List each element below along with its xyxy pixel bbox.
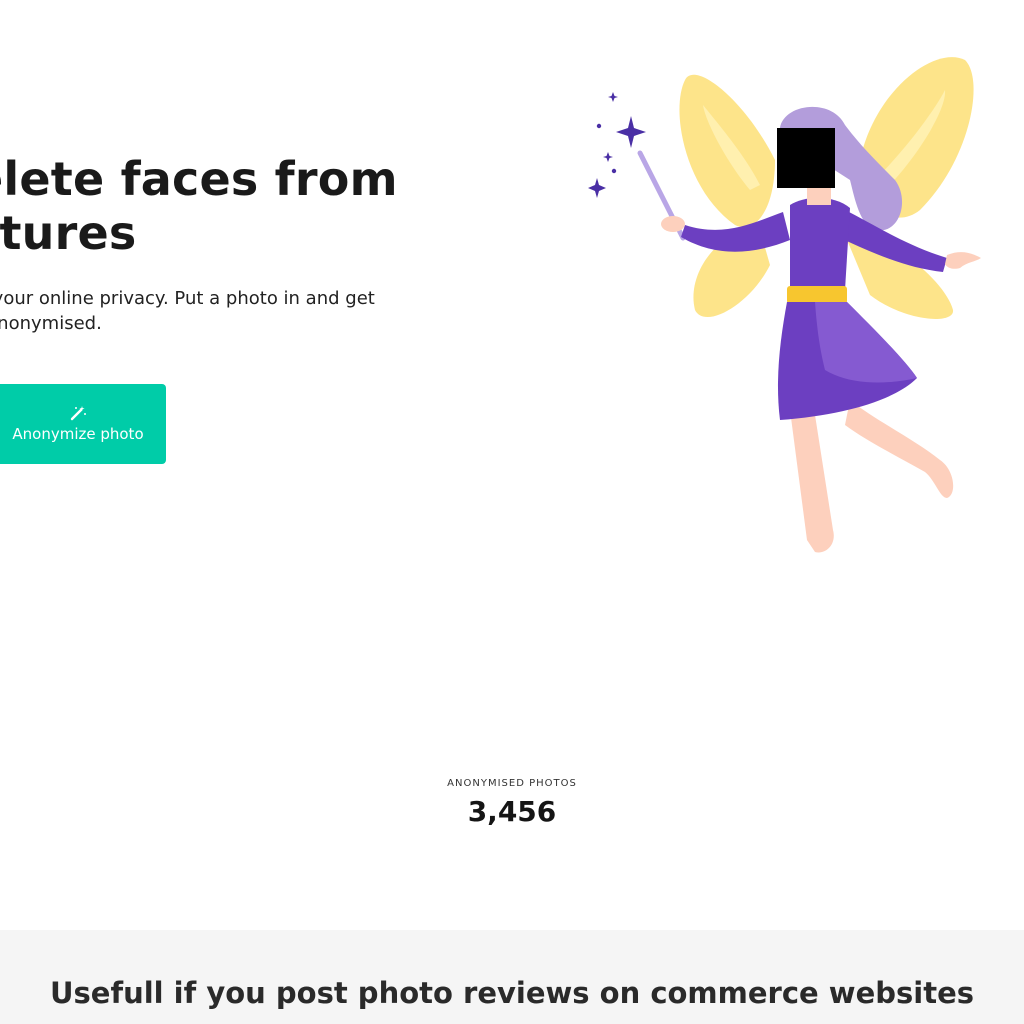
fairy-legs: [790, 400, 954, 553]
anonymize-photo-button[interactable]: Anonymize photo: [0, 384, 166, 464]
hero-title-line-1: elete faces from: [0, 152, 398, 206]
use-case-heading: Usefull if you post photo reviews on com…: [49, 976, 975, 1010]
stats-label: ANONYMISED PHOTOS: [447, 778, 577, 789]
fairy-torso: [790, 197, 850, 290]
use-case-section: Usefull if you post photo reviews on com…: [0, 930, 1024, 1024]
magic-wand-icon: [69, 405, 87, 421]
sparkles: [588, 92, 646, 198]
stats-value: 3,456: [467, 795, 557, 828]
hero-subtitle-line-2: k anonymised.: [0, 313, 102, 334]
anonymize-photo-label: Anonymize photo: [12, 425, 144, 443]
face-redaction-box: [777, 128, 835, 188]
landing-page: elete faces from ctures ct your online p…: [0, 0, 1024, 1024]
hero-subtitle-line-1: ct your online privacy. Put a photo in a…: [0, 288, 375, 309]
fairy-illustration: [588, 57, 981, 553]
hero-title-line-2: ctures: [0, 206, 137, 260]
stats-counter: ANONYMISED PHOTOS 3,456: [0, 778, 1024, 828]
hero-title: elete faces from ctures: [0, 152, 398, 260]
hero-subtitle: ct your online privacy. Put a photo in a…: [0, 286, 410, 336]
fairy-belt: [787, 286, 847, 304]
